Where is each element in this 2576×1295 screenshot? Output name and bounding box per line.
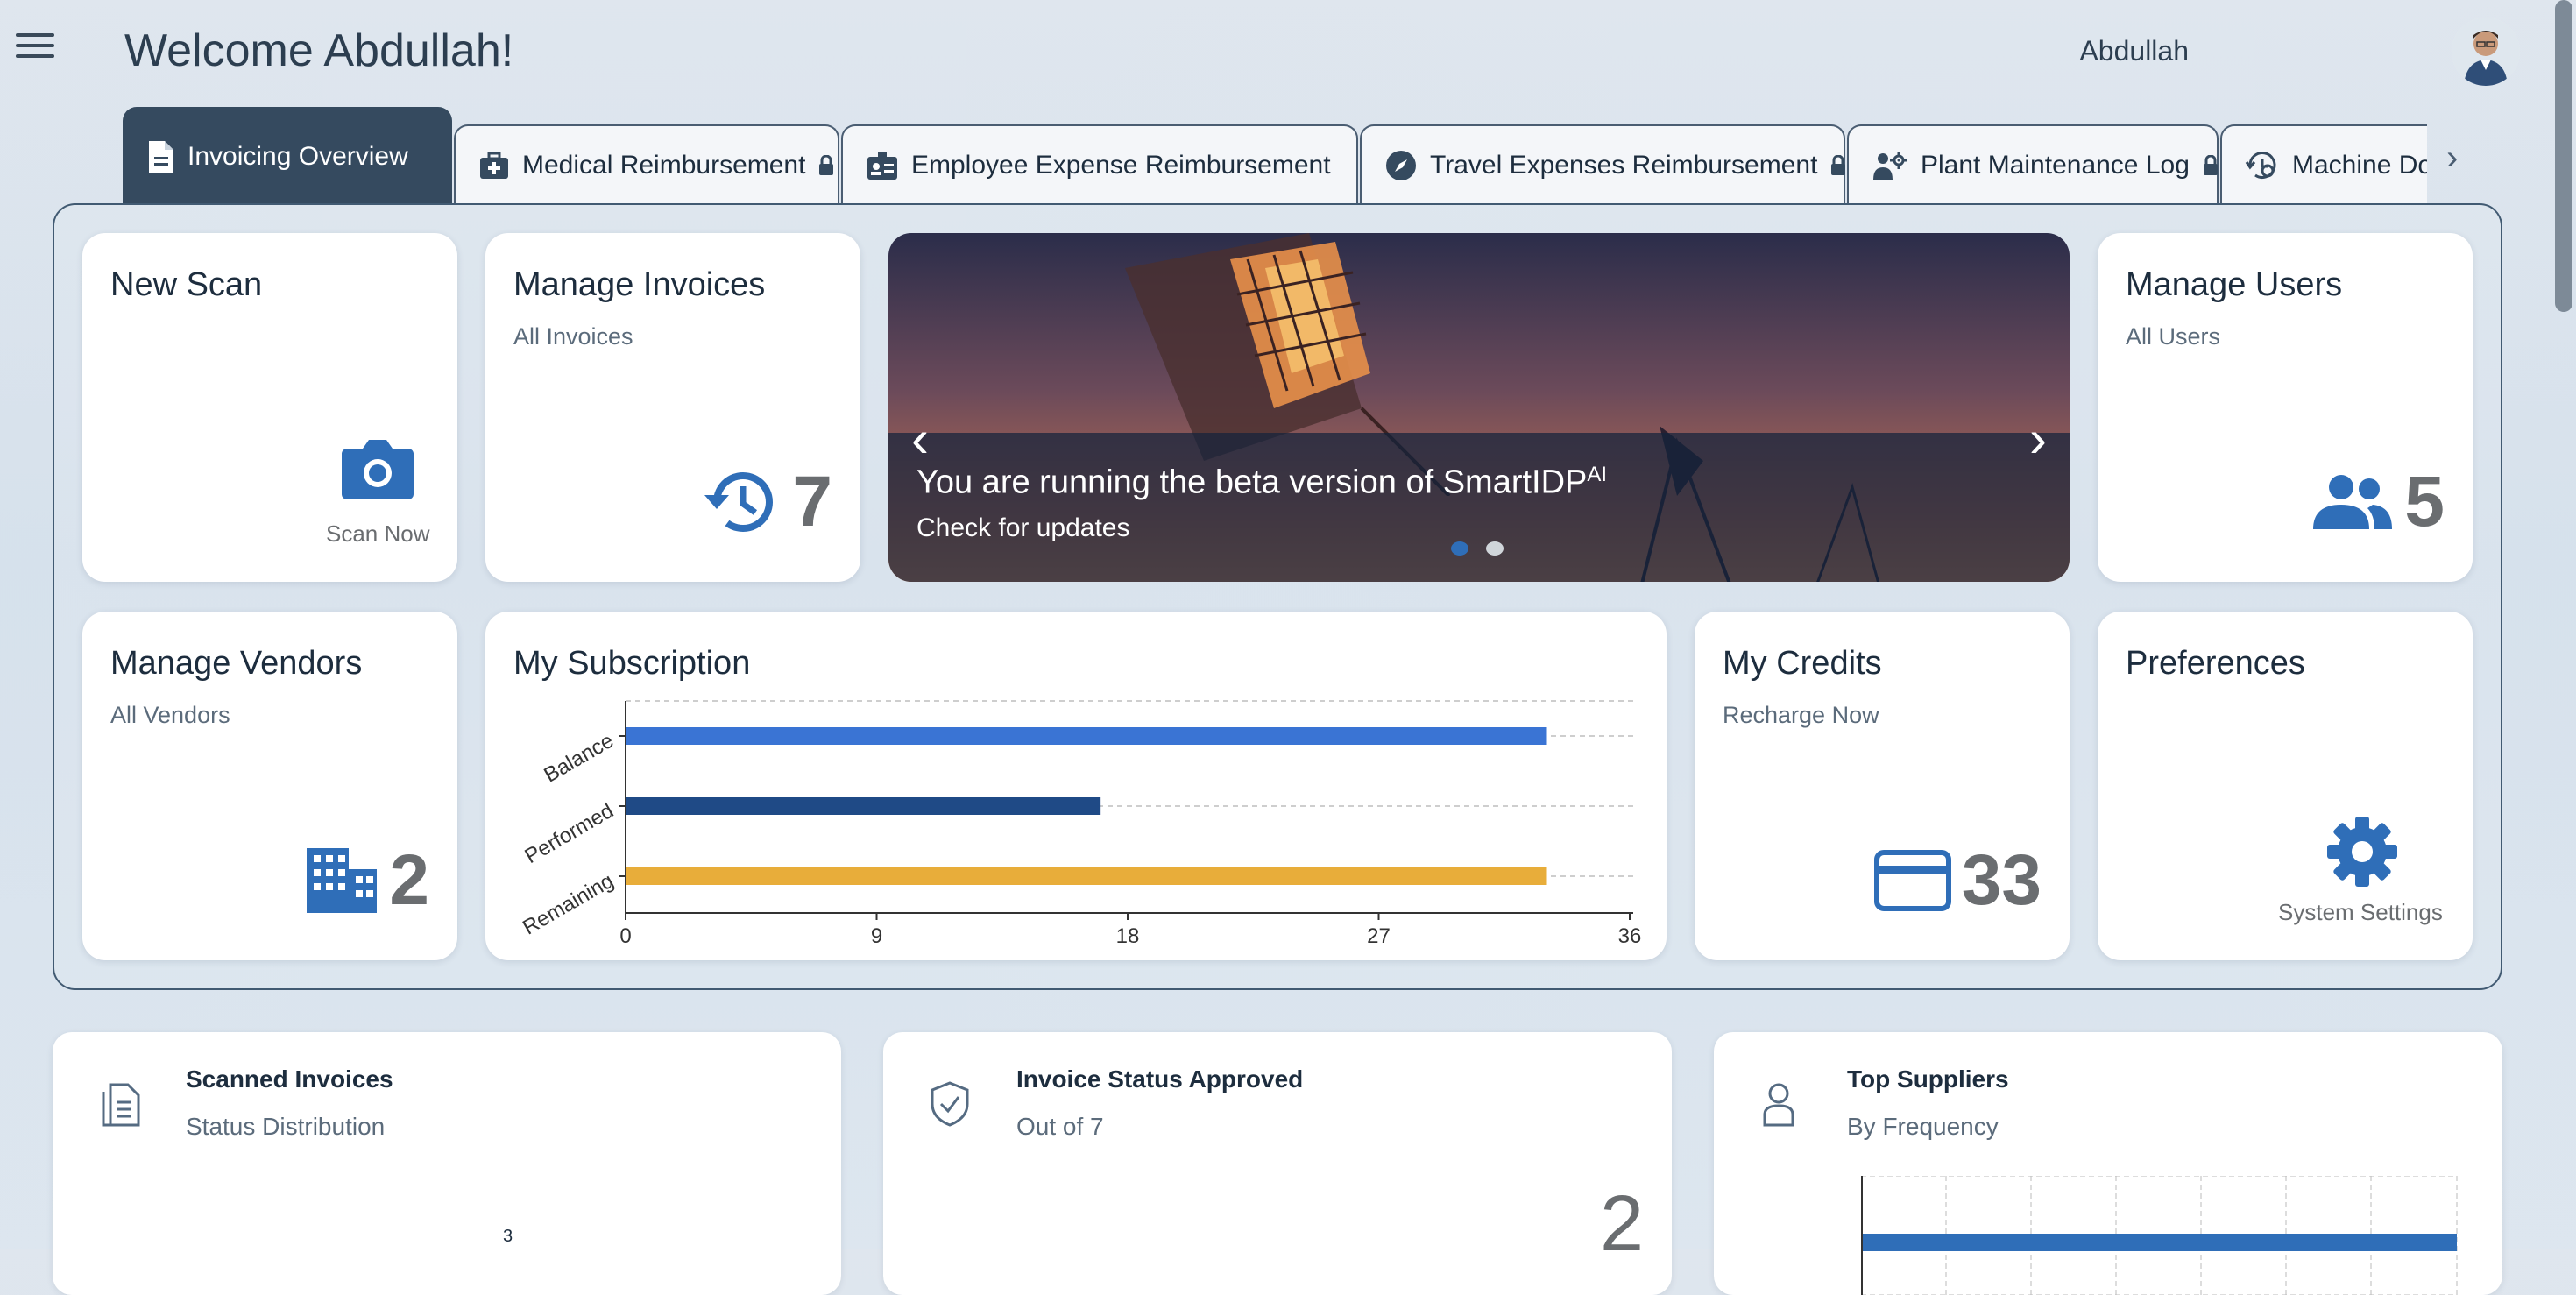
supplier-bar	[1863, 1234, 2457, 1251]
announcement-carousel: You are running the beta version of Smar…	[888, 233, 2070, 582]
card-subtitle: Status Distribution	[186, 1113, 386, 1140]
recharge-now-link[interactable]: Recharge Now	[1723, 702, 2042, 729]
preferences-card[interactable]: Preferences System Settings	[2098, 612, 2473, 960]
credits-count: 33	[1873, 839, 2042, 922]
subscription-card[interactable]: My Subscription Balance Performed Remainin…	[485, 612, 1667, 960]
credits-card[interactable]: My Credits Recharge Now 33	[1695, 612, 2070, 960]
manage-users-card[interactable]: Manage Users All Users 5	[2098, 233, 2473, 582]
invoice-count: 7	[701, 461, 832, 543]
history-icon	[704, 472, 774, 532]
card-title: Scanned Invoices	[186, 1065, 393, 1093]
card-subtitle: By Frequency	[1847, 1113, 1999, 1140]
tab-label: Employee Expense Reimbursement	[911, 151, 1331, 180]
invoice-status-approved-card[interactable]: Invoice Status Approved Out of 7 2	[883, 1032, 1672, 1295]
card-subtitle: All Invoices	[513, 323, 633, 350]
lock-icon	[2203, 155, 2218, 175]
scan-now-link[interactable]: Scan Now	[326, 520, 430, 548]
card-title: Top Suppliers	[1847, 1065, 2009, 1093]
subscription-bar-chart: Balance PerformedRemaining 0 9 18 27 36	[519, 700, 1642, 948]
category-label: Balance	[540, 729, 618, 788]
lock-icon	[819, 155, 834, 175]
compass-icon	[1386, 151, 1416, 180]
person-icon	[1763, 1083, 1794, 1127]
x-tick-label: 27	[1367, 924, 1391, 948]
card-subtitle: Out of 7	[1016, 1113, 1104, 1140]
tab-label: Plant Maintenance Log	[1921, 151, 2190, 180]
scanned-invoices-card[interactable]: Scanned Invoices Status Distribution 3	[53, 1032, 841, 1295]
tab-employee-expense-reimbursement[interactable]: Employee Expense Reimbursement	[841, 124, 1358, 205]
x-tick-label: 36	[1618, 924, 1642, 948]
maintenance-team-icon	[1873, 152, 1907, 180]
kpi-value: 2	[1599, 1180, 1644, 1268]
shield-check-icon	[931, 1081, 969, 1127]
scrollbar[interactable]	[2555, 0, 2572, 312]
card-title: Manage Vendors	[110, 645, 363, 682]
top-suppliers-card[interactable]: Top Suppliers By Frequency	[1714, 1032, 2502, 1295]
tab-label: Medical Reimbursement	[522, 151, 806, 180]
users-icon	[2313, 475, 2393, 529]
tab-scroll-right-icon[interactable]: ›	[2446, 138, 2458, 178]
tab-machine-downtime[interactable]: Machine Do	[2220, 124, 2427, 205]
documents-icon	[102, 1083, 140, 1127]
system-settings-link[interactable]: System Settings	[2278, 899, 2443, 926]
manage-invoices-card[interactable]: Manage Invoices All Invoices 7	[485, 233, 860, 582]
x-tick-label: 18	[1116, 924, 1140, 948]
card-title: Invoice Status Approved	[1016, 1065, 1304, 1093]
tab-invoicing-overview[interactable]: Invoicing Overview	[123, 107, 452, 205]
x-tick-label: 0	[619, 924, 631, 948]
machine-history-icon	[2245, 152, 2276, 179]
bar-balance	[626, 727, 1547, 745]
top-suppliers-chart	[1861, 1176, 2458, 1295]
tab-plant-maintenance-log[interactable]: Plant Maintenance Log	[1847, 124, 2219, 205]
user-name: Abdullah	[2079, 35, 2189, 67]
carousel-next-icon[interactable]: ›	[2029, 408, 2047, 469]
new-scan-card[interactable]: New Scan Scan Now	[82, 233, 457, 582]
page-title: Welcome Abdullah!	[124, 25, 514, 76]
manage-vendors-card[interactable]: Manage Vendors All Vendors 2	[82, 612, 457, 960]
tab-label: Machine Do	[2292, 151, 2427, 180]
lock-icon	[1831, 155, 1846, 175]
building-icon	[307, 848, 378, 913]
menu-icon[interactable]	[16, 33, 54, 65]
kpi-value: 2	[389, 840, 429, 920]
tab-medical-reimbursement[interactable]: Medical Reimbursement	[454, 124, 839, 205]
chart-value-label: 3	[503, 1227, 513, 1246]
kpi-value: 5	[2404, 462, 2445, 541]
bar-performed	[626, 797, 1101, 815]
card-title: Manage Invoices	[513, 266, 766, 303]
carousel-dot-2[interactable]	[1486, 541, 1504, 556]
tab-label: Travel Expenses Reimbursement	[1430, 151, 1818, 180]
card-title: My Credits	[1723, 645, 1882, 682]
card-subtitle: All Users	[2126, 323, 2221, 350]
card-title: Manage Users	[2126, 266, 2343, 303]
document-icon	[149, 141, 173, 173]
user-count: 5	[2310, 461, 2445, 543]
camera-icon	[342, 440, 414, 499]
avatar[interactable]	[2452, 18, 2520, 86]
card-title: Preferences	[2126, 645, 2305, 682]
gear-icon	[2327, 817, 2397, 887]
check-updates-link[interactable]: Check for updates	[916, 513, 1129, 543]
tab-label: Invoicing Overview	[188, 142, 408, 171]
carousel-caption-bar	[888, 433, 2070, 582]
carousel-prev-icon[interactable]: ‹	[911, 408, 929, 469]
medical-kit-icon	[480, 152, 508, 179]
category-label: Remaining	[519, 869, 618, 940]
carousel-dot-1[interactable]	[1451, 541, 1468, 556]
card-title: New Scan	[110, 266, 263, 303]
carousel-message: You are running the beta version of Smar…	[916, 463, 1608, 501]
tab-bar: Invoicing Overview Medical Reimbursement…	[123, 107, 2427, 205]
bar-remaining	[626, 867, 1547, 885]
tab-travel-expenses-reimbursement[interactable]: Travel Expenses Reimbursement	[1360, 124, 1846, 205]
kpi-value: 7	[792, 462, 832, 541]
kpi-value: 33	[1961, 840, 2042, 920]
employee-card-icon	[867, 152, 897, 180]
credit-card-icon	[1873, 850, 1951, 911]
vendor-count: 2	[305, 839, 429, 922]
card-subtitle: All Vendors	[110, 702, 230, 728]
category-label: Performed	[520, 799, 618, 868]
x-tick-label: 9	[871, 924, 882, 948]
